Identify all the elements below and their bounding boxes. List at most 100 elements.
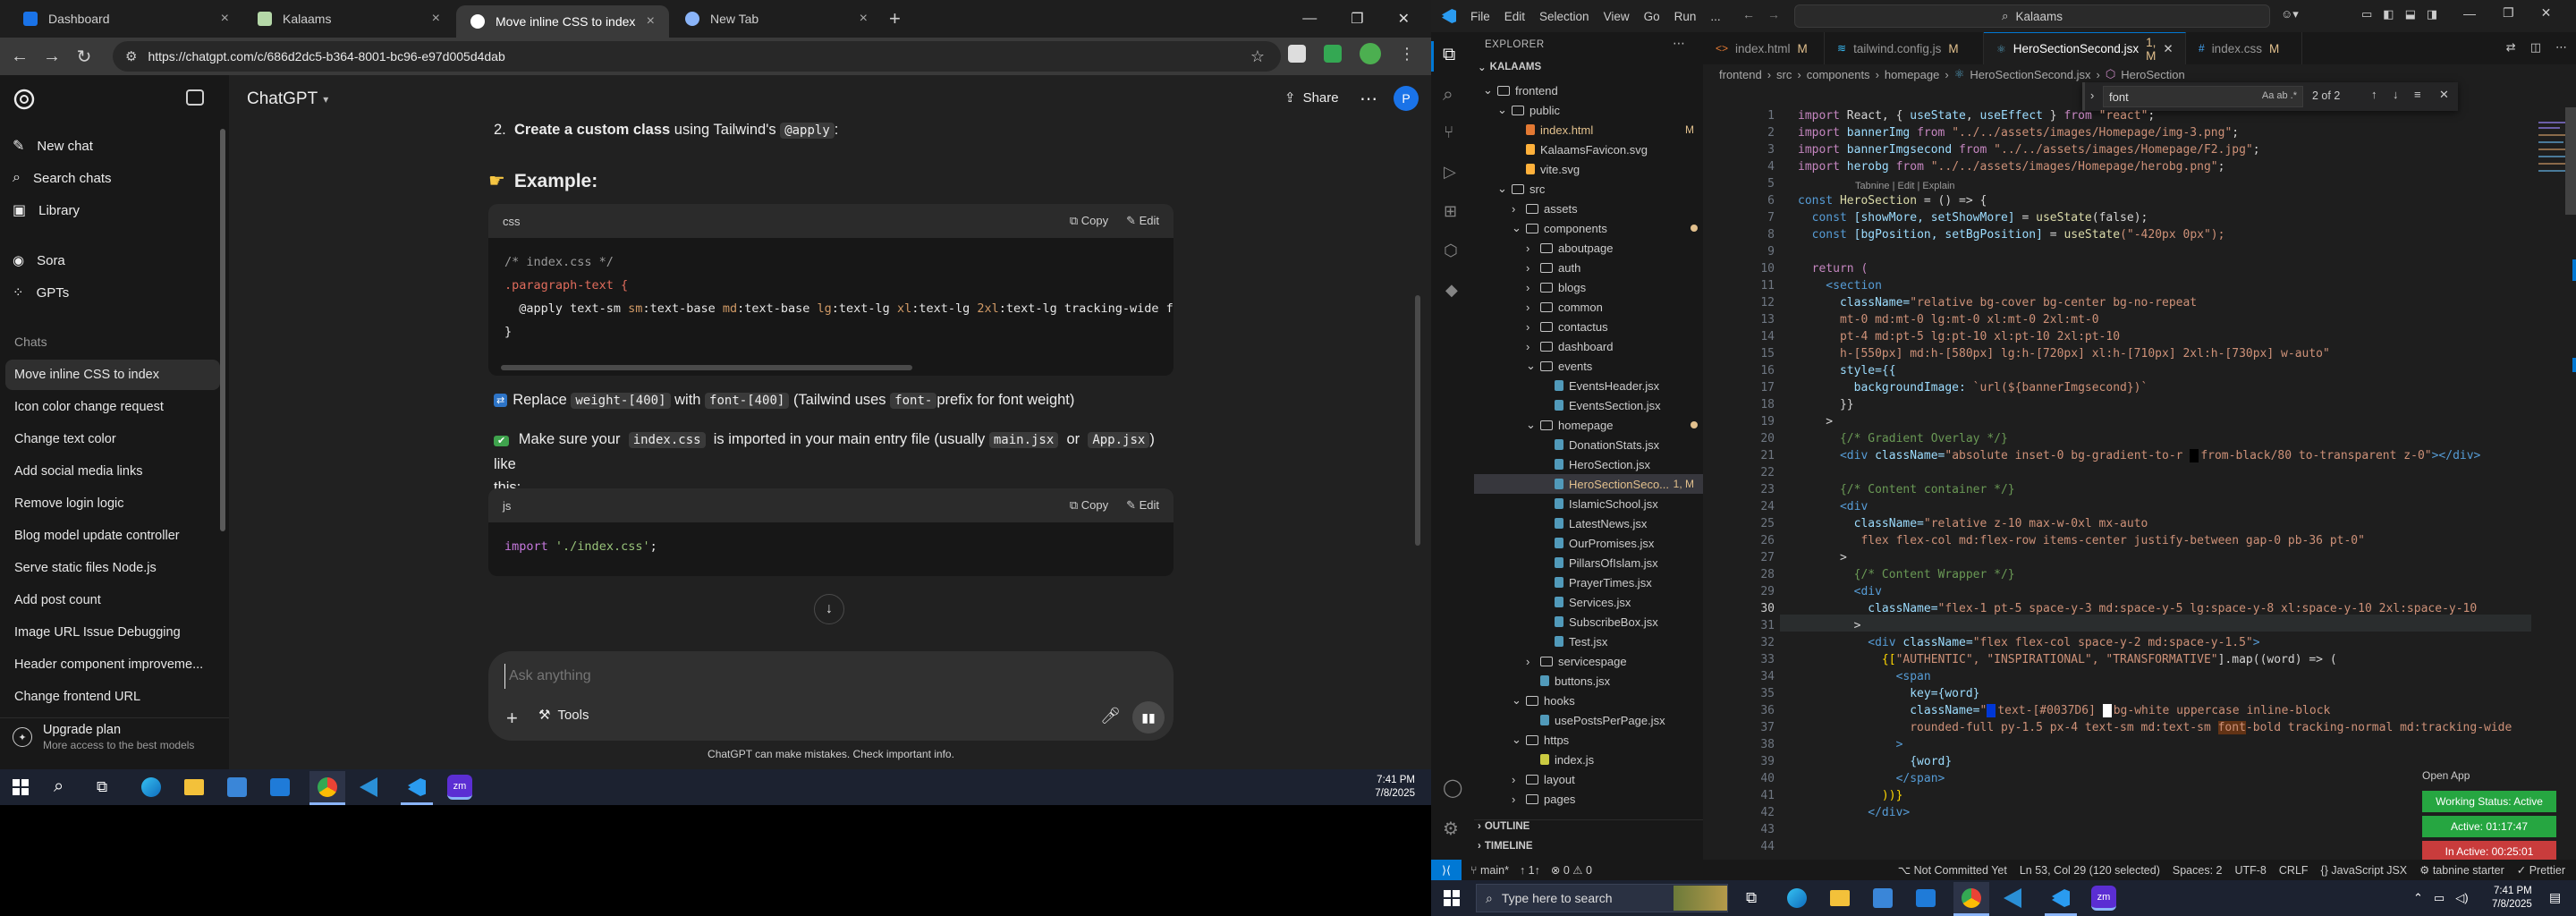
compare-icon[interactable]: ⇄	[2506, 40, 2516, 55]
sync-status[interactable]: ↑ 1↑	[1520, 864, 1540, 877]
tree-folder[interactable]: ⌄ public	[1474, 100, 1703, 120]
copy-button[interactable]: ⧉ Copy	[1070, 214, 1108, 228]
file-explorer-icon[interactable]	[1830, 890, 1850, 906]
tree-file[interactable]: buttons.jsx	[1474, 671, 1703, 691]
close-window-icon[interactable]: ✕	[1398, 10, 1410, 28]
aux-layout-icon[interactable]: ◨	[2427, 7, 2437, 21]
edge-icon[interactable]	[1787, 888, 1807, 908]
tree-folder[interactable]: ⌄ https	[1474, 730, 1703, 750]
sidebar-toggle-icon[interactable]	[186, 89, 204, 106]
chat-item[interactable]: Blog model update controller	[5, 521, 220, 551]
tree-file[interactable]: PrayerTimes.jsx	[1474, 572, 1703, 592]
crumb[interactable]: components	[1807, 68, 1870, 81]
find-prev-icon[interactable]: ↑	[2371, 88, 2377, 101]
tree-file[interactable]: KalaamsFavicon.svg	[1474, 140, 1703, 159]
minimize-icon[interactable]: —	[1302, 11, 1317, 27]
find-next-icon[interactable]: ↓	[2393, 88, 2399, 101]
menu-edit[interactable]: Edit	[1504, 10, 1525, 23]
crumb[interactable]: HeroSection	[2121, 68, 2185, 81]
chat-item[interactable]: Change text color	[5, 424, 220, 454]
tree-folder[interactable]: › blogs	[1474, 277, 1703, 297]
close-icon[interactable]: ×	[432, 11, 440, 27]
tree-folder[interactable]: › auth	[1474, 258, 1703, 277]
forward-arrow-icon[interactable]: →	[36, 40, 68, 72]
clock[interactable]: 7:41 PM 7/8/2025	[2492, 885, 2532, 912]
chat-item[interactable]: Move inline CSS to index	[5, 360, 220, 390]
chrome-taskbar-button[interactable]	[1953, 882, 1989, 916]
git-blame[interactable]: ⌥ Not Committed Yet	[1898, 863, 2007, 877]
nav-forward-icon[interactable]: →	[1767, 7, 1780, 21]
tree-file[interactable]: LatestNews.jsx	[1474, 513, 1703, 533]
split-editor-icon[interactable]: ◫	[2530, 40, 2541, 55]
encoding[interactable]: UTF-8	[2234, 864, 2266, 877]
tabnine-status[interactable]: ⚙ tabnine starter	[2419, 863, 2504, 877]
maximize-icon[interactable]: ❐	[1351, 10, 1363, 28]
more-actions-icon[interactable]: ⋯	[2555, 40, 2567, 55]
close-icon[interactable]: ×	[860, 11, 868, 27]
tree-file[interactable]: HeroSection.jsx	[1474, 454, 1703, 474]
microphone-icon[interactable]: 🎤︎	[1100, 707, 1121, 725]
find-options[interactable]: Aa ab .*	[2262, 90, 2297, 101]
bookmark-star-icon[interactable]: ☆	[1250, 47, 1265, 66]
edit-button[interactable]: ✎ Edit	[1126, 498, 1159, 513]
layout-icon[interactable]: ▭	[2361, 7, 2372, 21]
chat-item[interactable]: Serve static files Node.js	[5, 553, 220, 583]
tree-file[interactable]: Services.jsx	[1474, 592, 1703, 612]
tree-folder[interactable]: ⌄ hooks	[1474, 691, 1703, 710]
task-view-icon[interactable]: ⧉	[1746, 889, 1757, 907]
user-avatar[interactable]: P	[1394, 86, 1419, 111]
editor-vscrollbar[interactable]	[2565, 107, 2576, 215]
run-debug-icon[interactable]: ▷	[1444, 163, 1456, 182]
timeline-section[interactable]: › TIMELINE	[1478, 841, 1533, 852]
working-status-badge[interactable]: Working Status: Active	[2422, 791, 2556, 812]
zoom-app-icon[interactable]: zm	[447, 775, 472, 800]
vscode-taskbar-button[interactable]	[2045, 882, 2077, 916]
browser-tab-kalaams[interactable]: Kalaams ×	[243, 0, 454, 38]
tree-file[interactable]: index.html M	[1474, 120, 1703, 140]
explorer-files-icon[interactable]: ⧉	[1443, 45, 1455, 65]
new-tab-plus-icon[interactable]: +	[889, 7, 901, 30]
tree-folder[interactable]: › contactus	[1474, 317, 1703, 336]
menu-more[interactable]: ...	[1710, 10, 1720, 23]
find-in-selection-icon[interactable]: ≡	[2414, 88, 2421, 101]
sidebar-item-search-chats[interactable]: ⌕ Search chats	[13, 163, 112, 193]
chat-item[interactable]: Add social media links	[5, 456, 220, 487]
editor-tab-tailwind-config[interactable]: ≋ tailwind.config.js M	[1825, 32, 1984, 64]
share-button[interactable]: ⇪ Share	[1284, 89, 1339, 106]
tree-folder[interactable]: ⌄ frontend	[1474, 81, 1703, 100]
vscode-taskbar-button[interactable]	[401, 771, 433, 805]
voice-mode-button[interactable]: ▮▮	[1132, 701, 1165, 734]
back-arrow-icon[interactable]: ←	[4, 40, 36, 72]
close-window-icon[interactable]: ✕	[2541, 5, 2552, 21]
openai-logo-icon[interactable]	[13, 88, 36, 111]
tools-button[interactable]: ⚒ Tools	[538, 707, 589, 724]
chat-item[interactable]: Image URL Issue Debugging	[5, 617, 220, 648]
copilot-icon[interactable]: ☺▾	[2281, 7, 2299, 21]
tree-folder[interactable]: › assets	[1474, 199, 1703, 218]
tree-file[interactable]: usePostsPerPage.jsx	[1474, 710, 1703, 730]
cursor-position[interactable]: Ln 53, Col 29 (120 selected)	[2020, 864, 2160, 877]
source-control-icon[interactable]: ⑂	[1444, 123, 1453, 143]
extension-icon[interactable]	[1288, 45, 1306, 63]
close-icon[interactable]: ✕	[2439, 88, 2449, 102]
extension-green-icon[interactable]	[1324, 45, 1342, 63]
editor-tab-index-html[interactable]: <> index.html M	[1703, 32, 1825, 64]
panel-layout-icon[interactable]: ⬓	[2405, 7, 2416, 21]
editor-tab-herosectionsecond[interactable]: ⚛ HeroSectionSecond.jsx 1, M ✕	[1984, 32, 2186, 64]
tree-file[interactable]: HeroSectionSeco... 1, M	[1474, 474, 1703, 494]
tree-folder[interactable]: › dashboard	[1474, 336, 1703, 356]
zoom-app-icon[interactable]: zm	[2091, 886, 2116, 911]
file-explorer-icon[interactable]	[184, 779, 204, 795]
prompt-input[interactable]	[504, 664, 1131, 689]
sidebar-item-gpts[interactable]: ⁘ GPTs	[13, 277, 69, 308]
app-icon[interactable]	[2004, 888, 2021, 908]
site-info-icon[interactable]: ⚙	[125, 48, 137, 64]
tray-chevron-icon[interactable]: ⌃	[2413, 891, 2423, 905]
minimap[interactable]	[2533, 107, 2576, 859]
reload-icon[interactable]: ↻	[68, 40, 100, 72]
codelens[interactable]: Tabnine | Edit | Explain	[1855, 181, 1955, 191]
search-icon[interactable]: ⌕	[54, 776, 64, 797]
code-hscrollbar[interactable]	[501, 365, 912, 370]
windows-start-icon[interactable]	[1444, 890, 1460, 906]
chat-item[interactable]: Header component improveme...	[5, 649, 220, 680]
